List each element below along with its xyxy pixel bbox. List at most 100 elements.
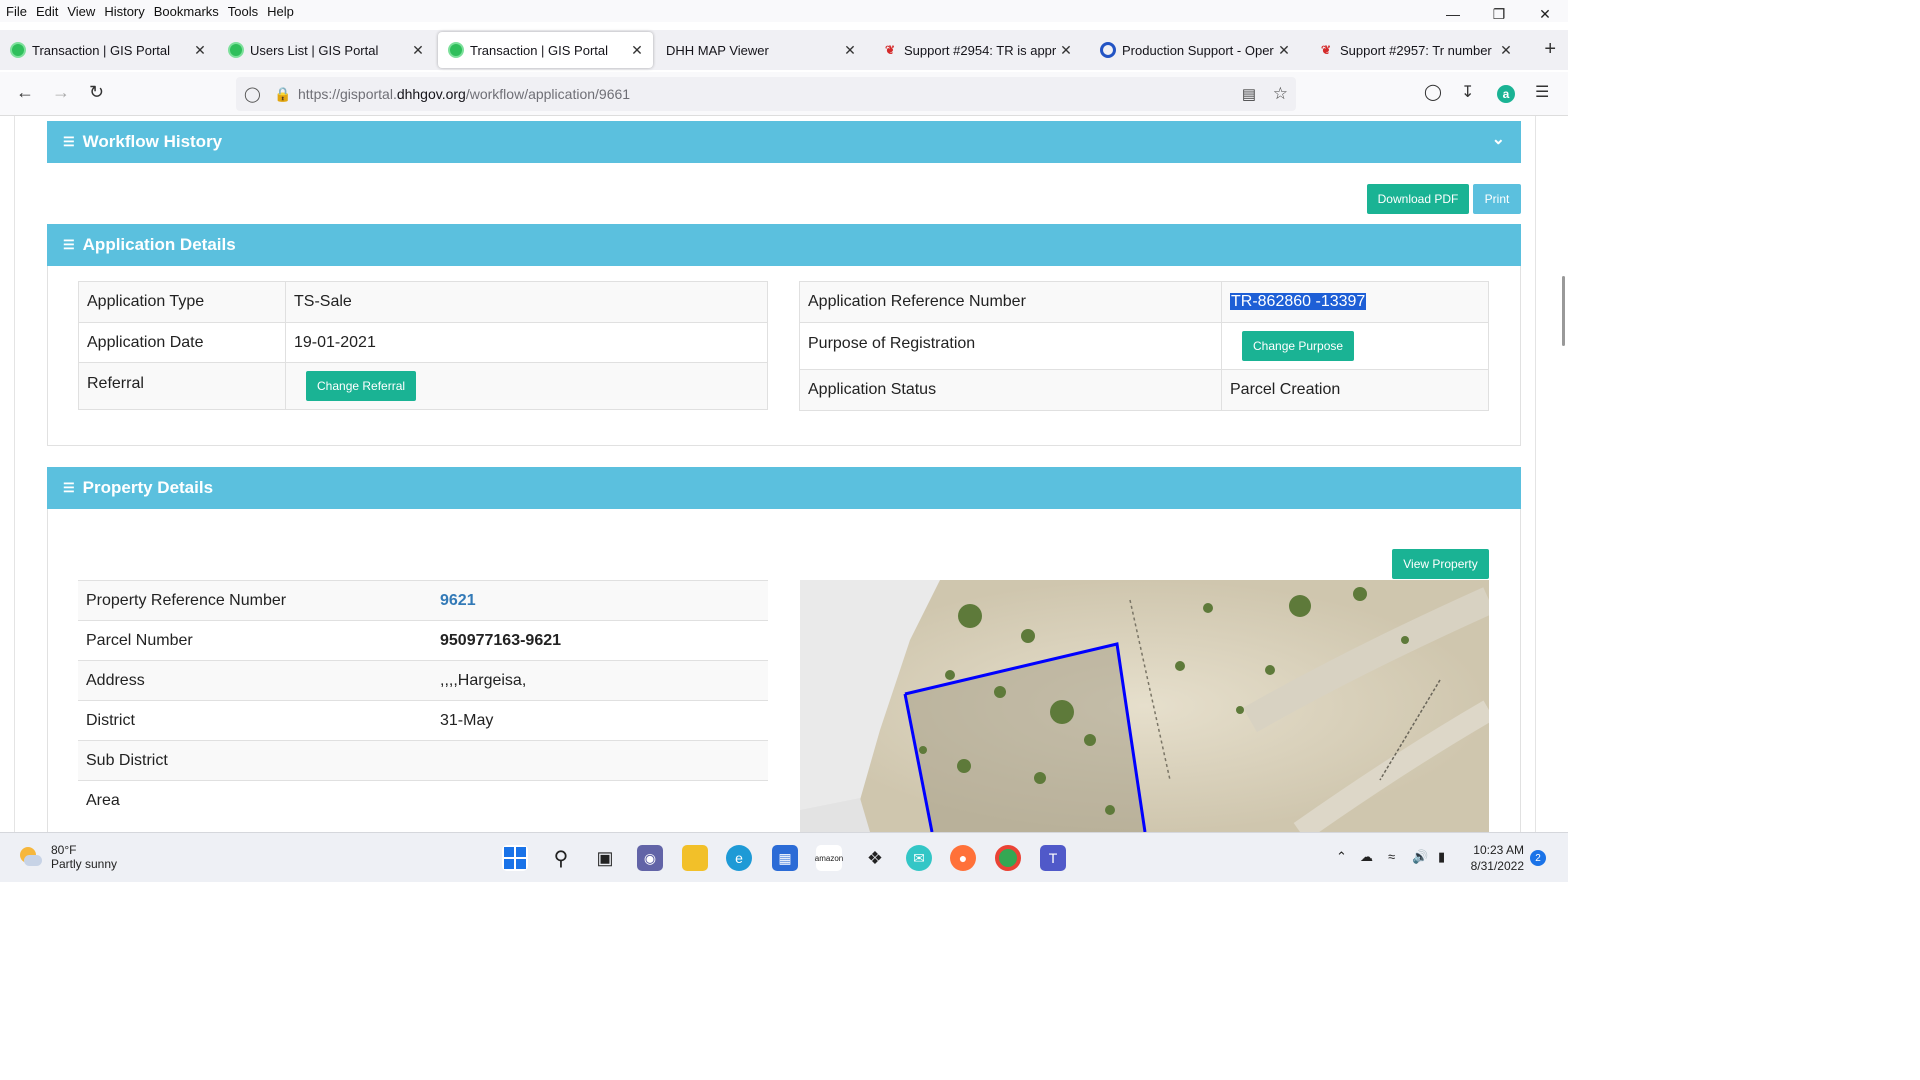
- notification-badge[interactable]: 2: [1530, 850, 1546, 866]
- tab-support-2954[interactable]: ❦ Support #2954: TR is approvir ✕: [872, 32, 1082, 68]
- area-label: Area: [78, 780, 432, 821]
- windows-start-icon[interactable]: [502, 845, 528, 871]
- property-table: Property Reference Number 9621 Parcel Nu…: [78, 580, 768, 821]
- close-icon[interactable]: ✕: [1496, 42, 1516, 59]
- taskbar: 80°F Partly sunny ⚲ ▣ ◉ e ▦ amazon ❖ ✉ ●…: [0, 832, 1568, 882]
- file-explorer-icon[interactable]: [682, 845, 708, 871]
- search-icon[interactable]: ⚲: [548, 845, 574, 871]
- lock-icon[interactable]: 🔒: [274, 86, 291, 103]
- application-type-label: Application Type: [78, 281, 286, 323]
- address-value: ,,,,Hargeisa,: [432, 660, 768, 701]
- gis-portal-icon: [228, 42, 244, 58]
- application-reference-value: TR-862860 -13397: [1230, 293, 1367, 310]
- parcel-map[interactable]: [800, 580, 1489, 832]
- edge-icon[interactable]: e: [726, 845, 752, 871]
- menu-file[interactable]: File: [6, 4, 27, 19]
- view-property-button[interactable]: View Property: [1392, 549, 1489, 579]
- extension-icon[interactable]: a: [1497, 85, 1515, 103]
- parcel-number-label: Parcel Number: [78, 620, 432, 661]
- chevron-down-icon[interactable]: ⌄: [1492, 129, 1505, 149]
- workflow-history-header[interactable]: ☰ Workflow History ⌄: [47, 121, 1521, 163]
- tab-transaction-active[interactable]: Transaction | GIS Portal ✕: [438, 32, 653, 68]
- property-reference-link[interactable]: 9621: [440, 592, 476, 609]
- tab-bar: Transaction | GIS Portal ✕ Users List | …: [0, 30, 1568, 70]
- close-icon[interactable]: ✕: [627, 42, 647, 59]
- reload-icon[interactable]: ↻: [89, 82, 104, 103]
- purpose-label: Purpose of Registration: [799, 322, 1222, 370]
- menu-view[interactable]: View: [67, 4, 95, 19]
- reader-view-icon[interactable]: ▤: [1242, 85, 1256, 103]
- address-bar[interactable]: ◯ 🔒 https://gisportal.dhhgov.org/workflo…: [236, 77, 1296, 111]
- close-icon[interactable]: ✕: [1056, 42, 1076, 59]
- minimize-icon[interactable]: —: [1430, 0, 1476, 28]
- chrome-icon[interactable]: [995, 845, 1021, 871]
- tab-map-viewer[interactable]: DHH MAP Viewer ✕: [656, 32, 866, 68]
- forward-icon[interactable]: →: [52, 82, 70, 103]
- window-controls: — ❐ ✕: [1430, 0, 1568, 28]
- menu-tools[interactable]: Tools: [228, 4, 258, 19]
- menu-history[interactable]: History: [104, 4, 144, 19]
- new-tab-icon[interactable]: +: [1544, 38, 1556, 61]
- nav-bar: ← → ↻ ◯ 🔒 https://gisportal.dhhgov.org/w…: [0, 72, 1568, 116]
- tab-title: Transaction | GIS Portal: [32, 42, 171, 58]
- download-pdf-button[interactable]: Download PDF: [1367, 184, 1469, 214]
- application-date-label: Application Date: [78, 322, 286, 363]
- hamburger-menu-icon[interactable]: ☰: [1535, 82, 1549, 102]
- tab-title: Production Support - Operatio: [1122, 42, 1274, 58]
- volume-icon[interactable]: 🔊: [1412, 849, 1428, 865]
- menu-bookmarks[interactable]: Bookmarks: [154, 4, 219, 19]
- dropbox-icon[interactable]: ❖: [862, 845, 888, 871]
- pocket-icon[interactable]: ◯: [1424, 82, 1442, 102]
- close-icon[interactable]: ✕: [408, 42, 428, 59]
- tab-users-list[interactable]: Users List | GIS Portal ✕: [218, 32, 434, 68]
- menu-edit[interactable]: Edit: [36, 4, 58, 19]
- property-details-header: ☰ Property Details: [47, 467, 1521, 509]
- task-view-icon[interactable]: ▣: [592, 845, 618, 871]
- close-icon[interactable]: ✕: [1274, 42, 1294, 59]
- section-title: Property Details: [82, 478, 214, 497]
- chat-icon[interactable]: ◉: [637, 845, 663, 871]
- menu-help[interactable]: Help: [267, 4, 294, 19]
- change-purpose-button[interactable]: Change Purpose: [1242, 331, 1355, 361]
- weather-condition: Partly sunny: [51, 857, 118, 871]
- restore-icon[interactable]: ❐: [1476, 0, 1522, 28]
- cloud-icon[interactable]: ☁: [1360, 849, 1373, 865]
- wifi-icon[interactable]: ≈: [1388, 849, 1395, 864]
- tab-production-support[interactable]: Production Support - Operatio ✕: [1090, 32, 1300, 68]
- chevron-up-icon[interactable]: ⌃: [1336, 849, 1347, 865]
- sub-district-value: [432, 740, 768, 781]
- mail-icon[interactable]: ✉: [906, 845, 932, 871]
- application-reference-label: Application Reference Number: [799, 281, 1222, 323]
- back-icon[interactable]: ←: [16, 82, 34, 103]
- store-icon[interactable]: ▦: [772, 845, 798, 871]
- tab-transaction-1[interactable]: Transaction | GIS Portal ✕: [0, 32, 216, 68]
- scrollbar[interactable]: [1558, 116, 1568, 832]
- list-icon: ☰: [63, 237, 75, 252]
- close-icon[interactable]: ✕: [190, 42, 210, 59]
- amazon-icon[interactable]: amazon: [815, 845, 843, 871]
- redmine-icon: ❦: [884, 43, 896, 57]
- application-left-table: Application Type TS-Sale Application Dat…: [78, 281, 768, 410]
- firefox-icon[interactable]: ●: [950, 845, 976, 871]
- bookmark-star-icon[interactable]: ☆: [1273, 84, 1288, 104]
- referral-label: Referral: [78, 362, 286, 410]
- clock[interactable]: 10:23 AM 8/31/2022: [1471, 842, 1524, 874]
- tab-support-2957[interactable]: ❦ Support #2957: Tr number is c ✕: [1308, 32, 1522, 68]
- battery-icon[interactable]: ▮: [1438, 849, 1445, 865]
- list-icon: ☰: [63, 480, 75, 495]
- tab-title: Users List | GIS Portal: [250, 42, 379, 58]
- teams-icon[interactable]: T: [1040, 845, 1066, 871]
- print-button[interactable]: Print: [1473, 184, 1521, 214]
- shield-icon[interactable]: ◯: [244, 85, 261, 103]
- close-icon[interactable]: ✕: [840, 42, 860, 59]
- section-title: Workflow History: [82, 132, 223, 151]
- weather-widget[interactable]: 80°F Partly sunny: [18, 843, 117, 871]
- close-window-icon[interactable]: ✕: [1522, 0, 1568, 28]
- district-value: 31-May: [432, 700, 768, 741]
- scrollbar-thumb[interactable]: [1562, 276, 1565, 346]
- change-referral-button[interactable]: Change Referral: [306, 371, 417, 401]
- application-status-value: Parcel Creation: [1221, 369, 1489, 411]
- tab-title: Support #2957: Tr number is c: [1340, 42, 1496, 58]
- application-right-table: Application Reference Number TR-862860 -…: [799, 281, 1489, 411]
- download-icon[interactable]: ↧: [1461, 82, 1474, 102]
